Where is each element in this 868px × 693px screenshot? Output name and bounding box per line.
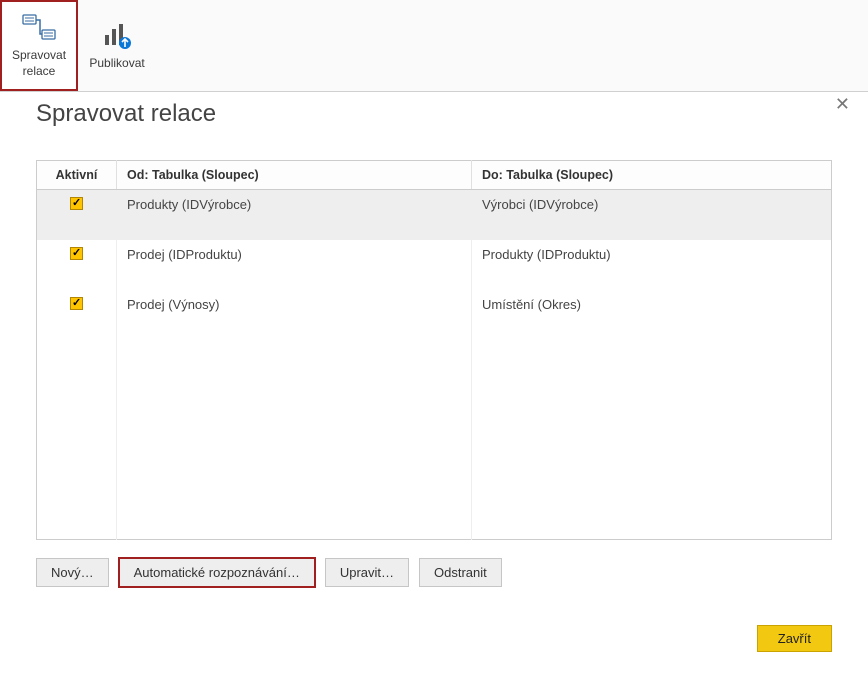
dialog-footer: Zavřít (36, 625, 832, 652)
from-cell: Prodej (IDProduktu) (117, 240, 472, 290)
close-icon[interactable]: ✕ (831, 90, 854, 119)
active-cell (37, 240, 117, 290)
active-checkbox[interactable] (70, 297, 83, 310)
autodetect-button[interactable]: Automatické rozpoznávání… (119, 558, 315, 587)
table-row[interactable]: Produkty (IDVýrobce)Výrobci (IDVýrobce) (37, 190, 832, 241)
header-to[interactable]: Do: Tabulka (Sloupec) (472, 161, 832, 190)
edit-button[interactable]: Upravit… (325, 558, 409, 587)
header-from[interactable]: Od: Tabulka (Sloupec) (117, 161, 472, 190)
table-row[interactable]: Prodej (IDProduktu)Produkty (IDProduktu) (37, 240, 832, 290)
to-cell: Výrobci (IDVýrobce) (472, 190, 832, 241)
active-cell (37, 190, 117, 241)
active-checkbox[interactable] (70, 247, 83, 260)
active-checkbox[interactable] (70, 197, 83, 210)
from-cell: Prodej (Výnosy) (117, 290, 472, 340)
from-cell: Produkty (IDVýrobce) (117, 190, 472, 241)
table-row[interactable]: Prodej (Výnosy)Umístění (Okres) (37, 290, 832, 340)
new-button[interactable]: Nový… (36, 558, 109, 587)
dialog-title: Spravovat relace (36, 100, 832, 128)
to-cell: Umístění (Okres) (472, 290, 832, 340)
to-cell: Produkty (IDProduktu) (472, 240, 832, 290)
header-active[interactable]: Aktivní (37, 161, 117, 190)
delete-button[interactable]: Odstranit (419, 558, 502, 587)
close-button[interactable]: Zavřít (757, 625, 832, 652)
manage-relations-dialog: ✕ Spravovat relace Aktivní Od: Tabulka (… (0, 0, 868, 693)
active-cell (37, 290, 117, 340)
action-button-row: Nový… Automatické rozpoznávání… Upravit…… (36, 558, 832, 587)
relations-table: Aktivní Od: Tabulka (Sloupec) Do: Tabulk… (36, 160, 832, 540)
